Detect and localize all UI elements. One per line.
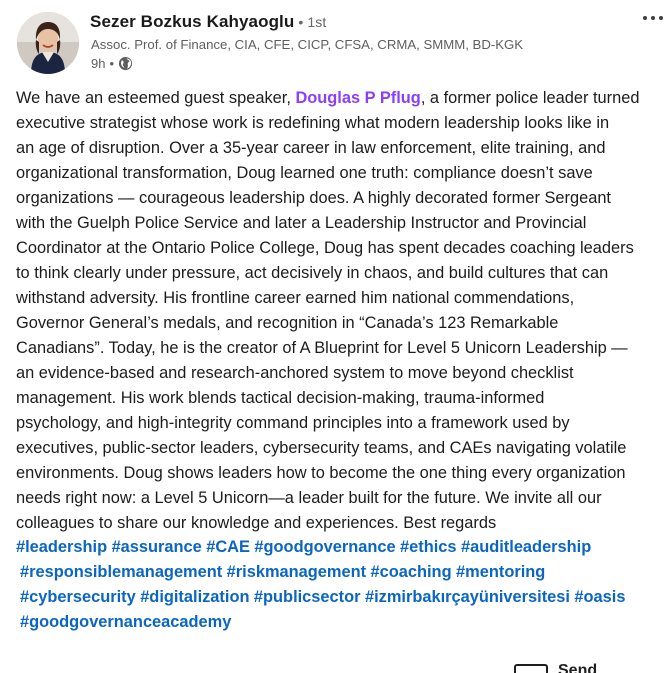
post-text-line: environments. Doug shows leaders how to …: [16, 461, 672, 486]
more-options-button[interactable]: [636, 6, 670, 30]
hashtag-link[interactable]: #assurance: [112, 538, 202, 556]
post-text-line: to think clearly under pressure, act dec…: [16, 261, 672, 286]
post-text-segment: psychology, and high-integrity command p…: [16, 414, 570, 432]
post-text-line: executive strategist whose work is redef…: [16, 111, 672, 136]
post-text-segment: executive strategist whose work is redef…: [16, 114, 610, 132]
connection-degree: • 1st: [298, 14, 327, 30]
post-text-segment: needs right now: a Level 5 Unicorn—a lea…: [16, 489, 602, 507]
post-text-line: needs right now: a Level 5 Unicorn—a lea…: [16, 486, 672, 511]
hashtag-link[interactable]: #goodgovernanceacademy: [20, 613, 231, 631]
post-text-line: Coordinator at the Ontario Police Colleg…: [16, 236, 672, 261]
hashtag-link[interactable]: #responsiblemanagement: [20, 563, 222, 581]
hashtag-line: #goodgovernanceacademy: [16, 610, 672, 635]
post-text-segment: environments. Doug shows leaders how to …: [16, 464, 626, 482]
globe-icon: [118, 56, 133, 71]
post-text-line: psychology, and high-integrity command p…: [16, 411, 672, 436]
hashtag-link[interactable]: #digitalization: [140, 588, 249, 606]
hashtag-link[interactable]: #cybersecurity: [20, 588, 136, 606]
post-text-segment: We have an esteemed guest speaker,: [16, 89, 296, 107]
send-icon: [514, 664, 548, 673]
author-avatar[interactable]: [17, 12, 79, 74]
post-text-segment: Canadians”. Today, he is the creator of …: [16, 339, 628, 357]
post-text-line: Canadians”. Today, he is the creator of …: [16, 336, 672, 361]
hashtag-link[interactable]: #auditleadership: [461, 538, 591, 556]
hashtag-line: #cybersecurity #digitalization #publicse…: [16, 585, 672, 610]
post-text-line: organizations — courageous leadership do…: [16, 186, 672, 211]
post-text-line: an age of disruption. Over a 35-year car…: [16, 136, 672, 161]
post-text-line: executives, public-sector leaders, cyber…: [16, 436, 672, 461]
hashtag-link[interactable]: #izmirbakırçayüniversitesi: [365, 588, 570, 606]
author-name-text[interactable]: Sezer Bozkus Kahyaoglu: [90, 12, 294, 31]
mention-link[interactable]: Douglas P Pflug: [295, 89, 420, 107]
post-text-segment: organizational transformation, Doug lear…: [16, 164, 593, 182]
meta-separator: •: [109, 56, 115, 71]
post-text-segment: Coordinator at the Ontario Police Colleg…: [16, 239, 634, 257]
author-headline: Assoc. Prof. of Finance, CIA, CFE, CICP,…: [91, 37, 524, 52]
post-text-line: with the Guelph Police Service and later…: [16, 211, 672, 236]
post-text-line: Governor General’s medals, and recogniti…: [16, 311, 672, 336]
post-text-segment: an evidence-based and research-anchored …: [16, 364, 574, 382]
send-label: Send: [558, 662, 598, 673]
post-text-segment: management. His work blends tactical dec…: [16, 389, 545, 407]
send-button[interactable]: Send: [514, 662, 672, 673]
post-meta: 9h •: [91, 56, 133, 71]
post-text-segment: organizations — courageous leadership do…: [16, 189, 611, 207]
hashtag-line: #responsiblemanagement #riskmanagement #…: [16, 560, 672, 585]
hashtag-link[interactable]: #goodgovernance: [254, 538, 395, 556]
post-header: Sezer Bozkus Kahyaoglu • 1st Assoc. Prof.…: [0, 0, 672, 84]
post-time: 9h: [91, 56, 106, 71]
post-text-segment: with the Guelph Police Service and later…: [16, 214, 587, 232]
post-text-segment: withstand adversity. His frontline caree…: [16, 289, 575, 307]
hashtag-link[interactable]: #riskmanagement: [227, 563, 366, 581]
profile-photo: [17, 12, 79, 74]
hashtag-link[interactable]: #leadership: [16, 538, 107, 556]
more-options-icon: [643, 16, 663, 20]
hashtag-line: #leadership #assurance #CAE #goodgoverna…: [16, 535, 672, 560]
post-text-segment: Governor General’s medals, and recogniti…: [16, 314, 559, 332]
hashtag-link[interactable]: #CAE: [206, 538, 250, 556]
post-text-line: withstand adversity. His frontline caree…: [16, 286, 672, 311]
post-text-segment: executives, public-sector leaders, cyber…: [16, 439, 627, 457]
post-text-line: organizational transformation, Doug lear…: [16, 161, 672, 186]
post-text-segment: to think clearly under pressure, act dec…: [16, 264, 609, 282]
hashtag-link[interactable]: #publicsector: [254, 588, 361, 606]
post-text-segment: colleagues to share our knowledge and ex…: [16, 514, 497, 532]
hashtag-list: #leadership #assurance #CAE #goodgoverna…: [16, 535, 672, 635]
author-name[interactable]: Sezer Bozkus Kahyaoglu • 1st: [90, 12, 326, 32]
post-text-line: We have an esteemed guest speaker, Dougl…: [16, 86, 672, 111]
post-text: We have an esteemed guest speaker, Dougl…: [16, 86, 672, 536]
post-text-line: management. His work blends tactical dec…: [16, 386, 672, 411]
hashtag-link[interactable]: #oasis: [574, 588, 625, 606]
hashtag-link[interactable]: #ethics: [400, 538, 457, 556]
post-text-segment: , a former police leader turned: [420, 89, 640, 107]
post-text-line: an evidence-based and research-anchored …: [16, 361, 672, 386]
hashtag-link[interactable]: #mentoring: [456, 563, 545, 581]
post-text-segment: an age of disruption. Over a 35-year car…: [16, 139, 606, 157]
post-text-line: colleagues to share our knowledge and ex…: [16, 511, 672, 536]
hashtag-link[interactable]: #coaching: [371, 563, 452, 581]
